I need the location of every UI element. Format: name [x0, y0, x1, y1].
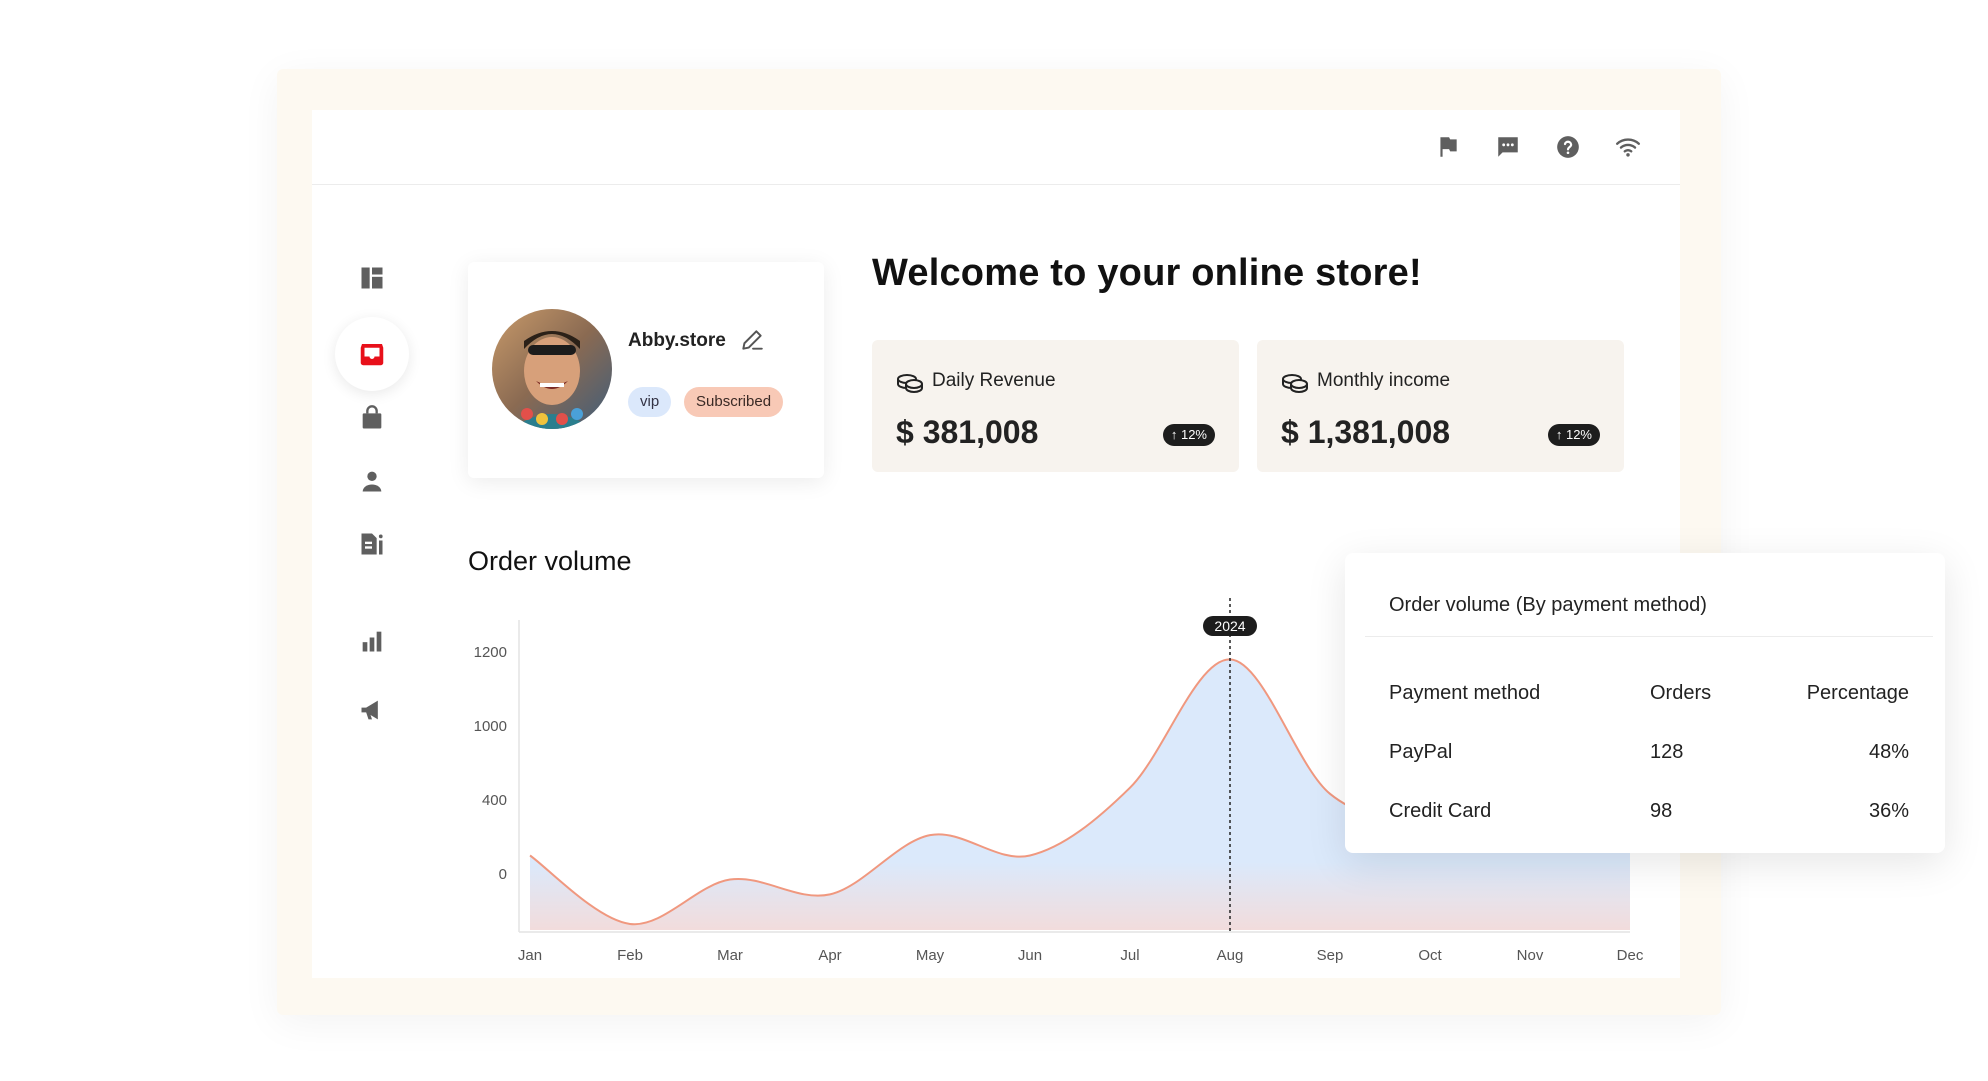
y-tick-label: 400 — [482, 792, 507, 809]
data-point-feb[interactable] — [627, 921, 633, 927]
x-tick-label: May — [916, 947, 945, 964]
highlight-marker-label: 2024 — [1214, 618, 1245, 634]
data-point-jan[interactable] — [527, 853, 533, 859]
x-tick-label: Oct — [1418, 947, 1442, 964]
table-title: Order volume (By payment method) — [1389, 594, 1707, 616]
table-cell: 128 — [1650, 741, 1684, 763]
x-tick-label: Jul — [1120, 947, 1139, 964]
y-tick-label: 0 — [499, 866, 507, 883]
data-point-jul[interactable] — [1127, 785, 1133, 791]
table-cell: Credit Card — [1389, 800, 1492, 822]
payment-method-card: Order volume (By payment method) Payment… — [1345, 553, 1945, 853]
data-point-sep[interactable] — [1327, 791, 1333, 797]
data-point-jun[interactable] — [1027, 853, 1033, 859]
x-tick-label: Jun — [1018, 947, 1042, 964]
column-header[interactable]: Orders — [1650, 682, 1711, 705]
table-divider — [1365, 636, 1933, 637]
table-cell: 48% — [1868, 741, 1909, 763]
data-point-mar[interactable] — [727, 877, 733, 883]
table-cell: 36% — [1868, 800, 1909, 822]
y-tick-label: 1200 — [474, 644, 507, 661]
x-tick-label: Sep — [1317, 947, 1344, 964]
table-cell: 98 — [1650, 800, 1673, 822]
column-header[interactable]: Percentage — [1807, 682, 1909, 705]
data-point-may[interactable] — [927, 832, 933, 838]
x-tick-label: Feb — [617, 947, 643, 964]
x-tick-label: Nov — [1517, 947, 1544, 964]
data-point-apr[interactable] — [827, 891, 833, 897]
x-tick-label: Mar — [717, 947, 743, 964]
payment-method-table: Order volume (By payment method) Payment… — [1365, 570, 1933, 836]
x-tick-label: Apr — [818, 947, 841, 964]
y-tick-label: 1000 — [474, 718, 507, 735]
x-tick-label: Aug — [1217, 947, 1244, 964]
x-tick-label: Dec — [1617, 947, 1644, 964]
column-header[interactable]: Payment method — [1389, 682, 1540, 705]
table-cell: PayPal — [1389, 741, 1453, 763]
x-tick-label: Jan — [518, 947, 542, 964]
